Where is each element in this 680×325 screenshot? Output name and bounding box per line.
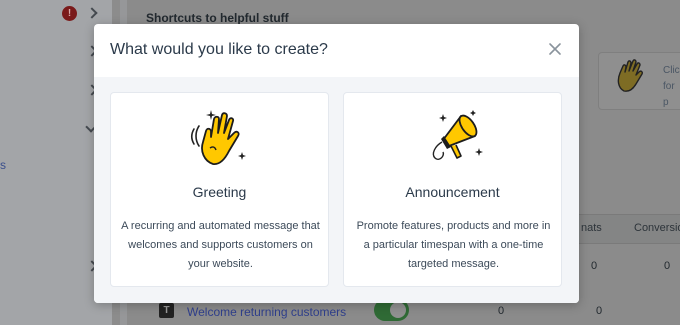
greeting-description: A recurring and automated message that w… <box>121 220 320 270</box>
close-icon[interactable] <box>546 40 564 58</box>
modal-title: What would you like to create? <box>110 41 328 58</box>
column-header[interactable]: nats <box>581 222 602 234</box>
greeting-option[interactable]: Greeting A recurring and automated messa… <box>110 92 329 287</box>
table-cell: 0 <box>498 305 505 317</box>
modal-header: What would you like to create? <box>94 24 579 77</box>
announcement-option[interactable]: Announcement Promote features, products … <box>343 92 562 287</box>
shortcut-card-text: Clic for p <box>663 65 680 108</box>
announcement-title: Announcement <box>405 184 500 200</box>
table-cell: 0 <box>664 260 671 272</box>
greeting-title: Greeting <box>192 184 247 200</box>
message-type-icon: T <box>159 303 174 318</box>
table-cell: 0 <box>591 260 598 272</box>
alert-badge: ! <box>62 6 77 21</box>
modal-body: Greeting A recurring and automated messa… <box>94 77 579 303</box>
table-cell: 0 <box>596 305 603 317</box>
waving-hand-icon <box>190 110 246 165</box>
create-message-modal: What would you like to create? Greeting … <box>94 24 579 303</box>
megaphone-icon <box>432 110 483 161</box>
waving-hand-icon <box>617 59 643 92</box>
message-name-link[interactable]: Welcome returning customers <box>187 305 346 319</box>
sidebar-link[interactable]: s <box>0 158 6 172</box>
column-header[interactable]: Conversio <box>634 222 680 234</box>
announcement-description: Promote features, products and more in a… <box>356 220 551 270</box>
shortcuts-heading: Shortcuts to helpful stuff <box>146 11 289 25</box>
